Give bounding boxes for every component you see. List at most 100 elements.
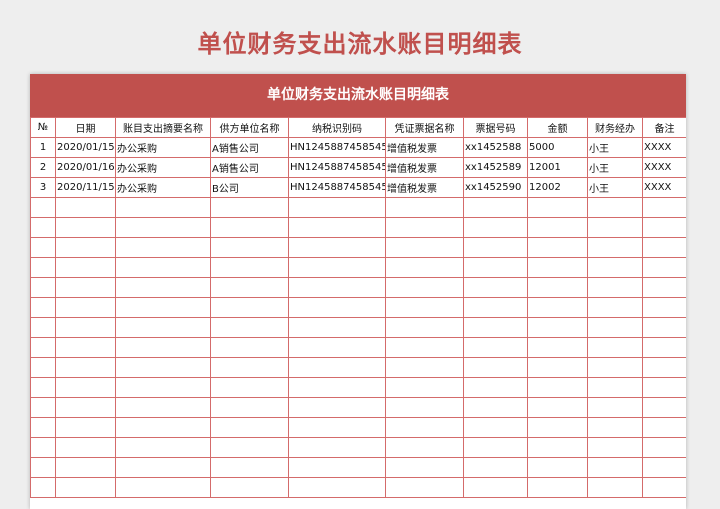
table-cell[interactable]	[288, 277, 386, 298]
table-cell[interactable]	[587, 377, 643, 398]
table-cell[interactable]	[288, 357, 386, 378]
table-cell[interactable]	[115, 217, 211, 238]
table-cell[interactable]: 2020/01/15	[55, 137, 116, 158]
table-cell[interactable]	[527, 277, 588, 298]
table-cell[interactable]	[642, 197, 686, 218]
table-cell[interactable]	[288, 397, 386, 418]
table-cell[interactable]	[210, 257, 289, 278]
table-cell[interactable]	[210, 477, 289, 498]
table-cell[interactable]	[642, 457, 686, 478]
table-cell[interactable]: 增值税发票	[385, 157, 464, 178]
table-cell[interactable]	[642, 257, 686, 278]
table-cell[interactable]	[527, 297, 588, 318]
table-cell[interactable]	[115, 297, 211, 318]
table-cell[interactable]	[385, 257, 464, 278]
table-cell[interactable]	[210, 277, 289, 298]
table-cell[interactable]	[30, 257, 56, 278]
table-cell[interactable]	[115, 277, 211, 298]
table-cell[interactable]	[642, 417, 686, 438]
table-cell[interactable]	[587, 357, 643, 378]
table-cell[interactable]	[642, 357, 686, 378]
table-cell[interactable]: 2020/01/16	[55, 157, 116, 178]
table-cell[interactable]	[587, 417, 643, 438]
table-cell[interactable]	[463, 457, 528, 478]
table-cell[interactable]	[210, 317, 289, 338]
table-cell[interactable]: HN1245887458545	[288, 137, 386, 158]
table-cell[interactable]	[30, 477, 56, 498]
table-cell[interactable]	[55, 337, 116, 358]
table-cell[interactable]: xx1452588	[463, 137, 528, 158]
table-cell[interactable]	[55, 257, 116, 278]
table-cell[interactable]: 12001	[527, 157, 588, 178]
table-cell[interactable]	[115, 317, 211, 338]
table-cell[interactable]	[642, 477, 686, 498]
table-cell[interactable]: 小王	[587, 177, 643, 198]
table-cell[interactable]	[30, 457, 56, 478]
table-cell[interactable]	[30, 237, 56, 258]
table-cell[interactable]	[210, 397, 289, 418]
table-cell[interactable]	[527, 417, 588, 438]
table-cell[interactable]	[55, 277, 116, 298]
table-cell[interactable]	[385, 337, 464, 358]
table-cell[interactable]	[288, 317, 386, 338]
table-cell[interactable]	[288, 237, 386, 258]
table-cell[interactable]	[55, 437, 116, 458]
table-cell[interactable]	[527, 257, 588, 278]
table-cell[interactable]	[642, 337, 686, 358]
table-cell[interactable]	[210, 237, 289, 258]
table-cell[interactable]	[527, 197, 588, 218]
table-cell[interactable]	[115, 257, 211, 278]
table-cell[interactable]	[55, 457, 116, 478]
table-cell[interactable]	[55, 197, 116, 218]
table-cell[interactable]	[385, 437, 464, 458]
table-cell[interactable]	[288, 437, 386, 458]
table-cell[interactable]	[30, 197, 56, 218]
table-cell[interactable]	[642, 437, 686, 458]
table-cell[interactable]	[30, 277, 56, 298]
table-cell[interactable]: 1	[30, 137, 56, 158]
table-cell[interactable]	[463, 277, 528, 298]
table-cell[interactable]	[55, 237, 116, 258]
table-cell[interactable]	[30, 397, 56, 418]
table-cell[interactable]	[587, 477, 643, 498]
table-cell[interactable]	[385, 237, 464, 258]
table-cell[interactable]	[55, 477, 116, 498]
table-cell[interactable]: HN1245887458545	[288, 157, 386, 178]
table-cell[interactable]: 办公采购	[115, 137, 211, 158]
table-cell[interactable]	[288, 217, 386, 238]
table-cell[interactable]	[527, 337, 588, 358]
table-cell[interactable]: 2	[30, 157, 56, 178]
table-cell[interactable]	[30, 317, 56, 338]
table-cell[interactable]	[587, 197, 643, 218]
table-cell[interactable]	[385, 397, 464, 418]
table-cell[interactable]	[288, 297, 386, 318]
table-cell[interactable]: XXXX	[642, 137, 686, 158]
table-cell[interactable]: HN1245887458545	[288, 177, 386, 198]
table-cell[interactable]	[642, 237, 686, 258]
table-cell[interactable]	[463, 257, 528, 278]
table-cell[interactable]	[288, 257, 386, 278]
table-cell[interactable]	[463, 337, 528, 358]
table-cell[interactable]	[527, 457, 588, 478]
table-cell[interactable]	[210, 357, 289, 378]
table-cell[interactable]	[30, 437, 56, 458]
table-cell[interactable]	[210, 217, 289, 238]
table-cell[interactable]	[55, 357, 116, 378]
table-cell[interactable]	[385, 297, 464, 318]
table-cell[interactable]	[30, 337, 56, 358]
table-cell[interactable]	[642, 297, 686, 318]
table-cell[interactable]	[587, 317, 643, 338]
table-cell[interactable]	[527, 477, 588, 498]
table-cell[interactable]: 增值税发票	[385, 137, 464, 158]
table-cell[interactable]	[587, 397, 643, 418]
table-cell[interactable]	[30, 377, 56, 398]
table-cell[interactable]	[463, 437, 528, 458]
table-cell[interactable]	[642, 217, 686, 238]
table-cell[interactable]	[115, 237, 211, 258]
table-cell[interactable]	[115, 357, 211, 378]
table-cell[interactable]: 小王	[587, 137, 643, 158]
table-cell[interactable]: 增值税发票	[385, 177, 464, 198]
table-cell[interactable]	[463, 317, 528, 338]
table-cell[interactable]	[527, 357, 588, 378]
table-cell[interactable]: xx1452589	[463, 157, 528, 178]
